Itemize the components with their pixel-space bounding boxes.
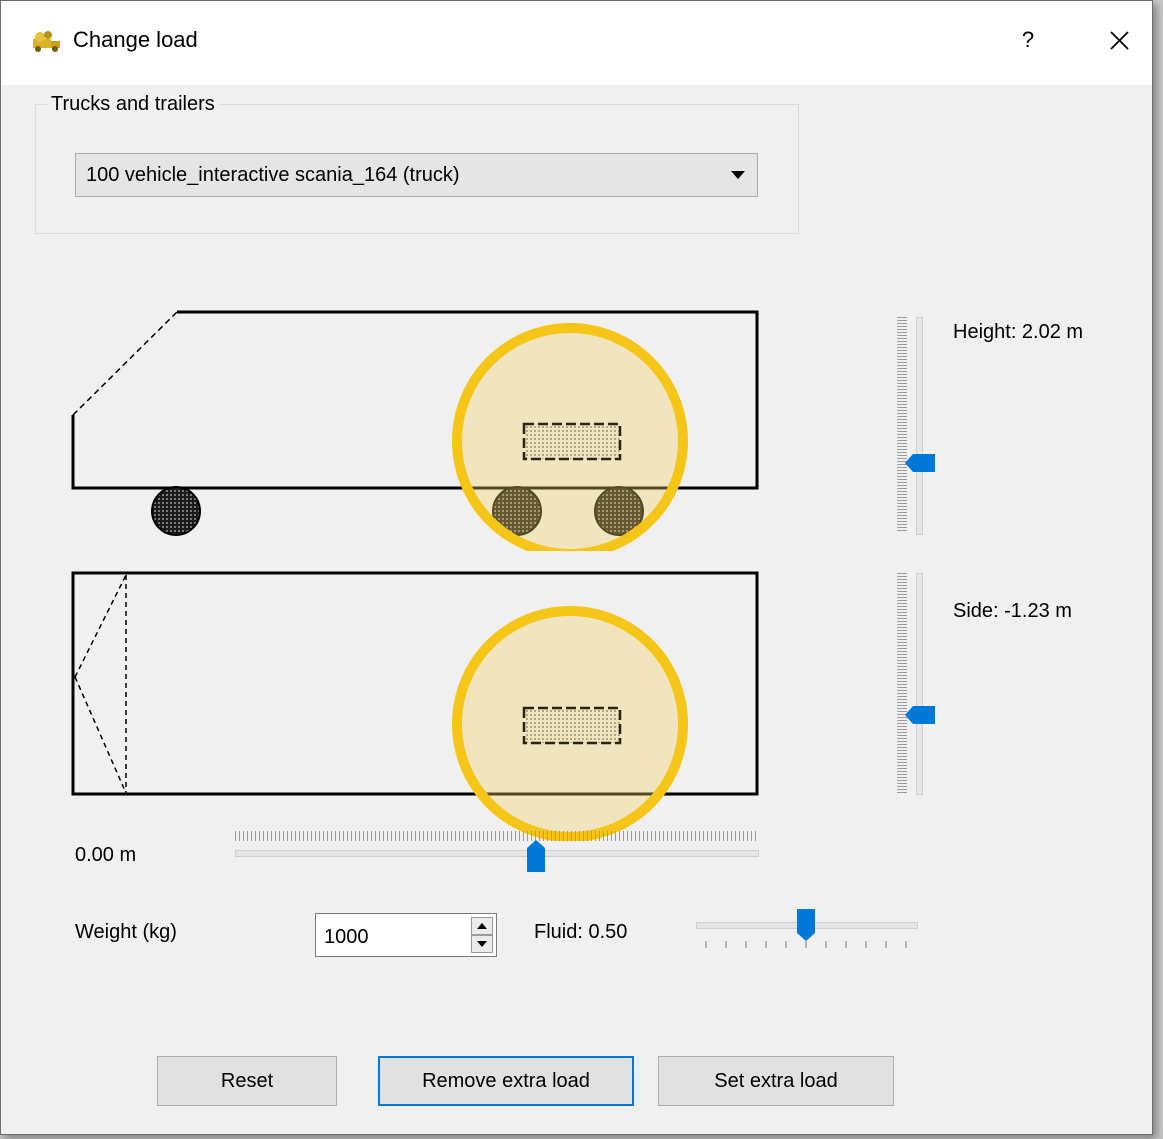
side-slider[interactable] [897,573,939,795]
close-icon [1110,31,1129,50]
position-slider[interactable] [235,831,759,873]
truck-side-view[interactable] [1,291,791,551]
load-box[interactable] [522,422,622,461]
height-label: Height: 2.02 m [953,321,1084,343]
height-slider[interactable] [897,317,939,535]
wheel [151,486,201,536]
fluid-label: Fluid: 0.50 [534,921,628,943]
vehicle-select-value: 100 vehicle_interactive scania_164 (truc… [86,164,460,186]
load-box[interactable] [522,706,622,745]
weight-value: 1000 [324,926,369,948]
slider-ticks [897,317,907,533]
group-title: Trucks and trailers [47,93,219,116]
help-button[interactable]: ? [1006,15,1050,65]
cab-line [74,574,127,678]
cab-slope-line [72,311,178,416]
cab-line [74,676,127,794]
slider-handle[interactable] [797,909,815,941]
fluid-slider[interactable] [696,907,918,953]
vehicle-select[interactable]: 100 vehicle_interactive scania_164 (truc… [75,153,758,197]
slider-handle[interactable] [905,453,935,472]
reset-button[interactable]: Reset [157,1056,337,1106]
spin-down-button[interactable] [471,935,493,953]
window-title: Change load [73,27,198,52]
side-label: Side: -1.23 m [953,600,1072,622]
slider-groove [235,850,759,857]
change-load-dialog: Change load ? Trucks and trailers 100 ve… [0,0,1153,1135]
slider-groove [916,573,923,795]
remove-extra-load-button[interactable]: Remove extra load [378,1056,634,1106]
truck-top-view[interactable] [1,561,791,841]
slider-handle[interactable] [527,840,546,872]
position-label: 0.00 m [75,844,137,866]
slider-ticks [235,831,757,841]
chevron-down-icon [731,171,745,179]
slider-groove [916,317,923,535]
title-bar: Change load ? [1,1,1152,85]
close-button[interactable] [1095,15,1143,65]
slider-handle[interactable] [905,706,935,725]
set-extra-load-button[interactable]: Set extra load [658,1056,894,1106]
spin-up-button[interactable] [471,917,493,935]
weight-label: Weight (kg) [75,921,177,943]
weight-spinbox[interactable]: 1000 [315,913,497,957]
slider-ticks [897,573,907,793]
truck-cargo-icon [33,31,60,52]
